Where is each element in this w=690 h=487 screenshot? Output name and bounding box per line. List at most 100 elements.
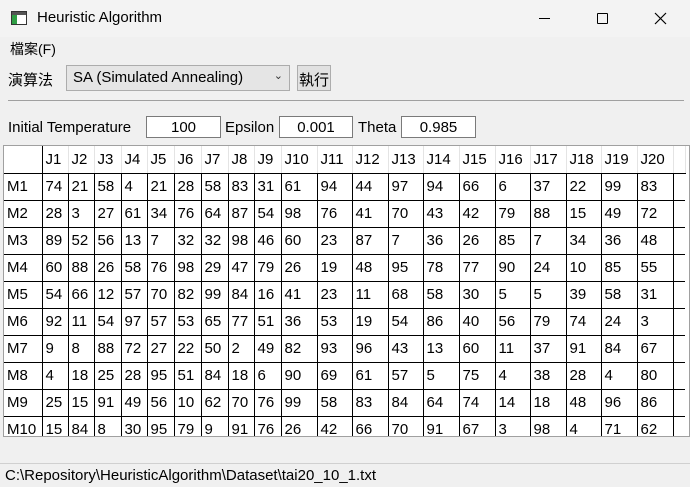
row-header[interactable]: M9 [4, 389, 43, 417]
grid-cell[interactable]: 98 [174, 254, 202, 282]
grid-cell[interactable]: 43 [423, 200, 460, 228]
grid-cell[interactable]: 57 [147, 308, 175, 336]
minimize-button[interactable] [521, 0, 567, 37]
grid-cell[interactable]: 54 [254, 200, 282, 228]
grid-cell[interactable]: 49 [121, 389, 148, 417]
column-header[interactable]: J9 [254, 146, 282, 174]
column-header[interactable]: J20 [637, 146, 674, 174]
grid-cell[interactable]: 85 [601, 254, 638, 282]
grid-cell[interactable]: 60 [42, 254, 69, 282]
grid-cell[interactable]: 82 [281, 335, 318, 363]
grid-cell[interactable]: 57 [121, 281, 148, 309]
grid-cell[interactable]: 98 [281, 200, 318, 228]
row-header[interactable]: M3 [4, 227, 43, 255]
grid-cell[interactable]: 51 [254, 308, 282, 336]
row-header[interactable]: M8 [4, 362, 43, 390]
grid-cell[interactable]: 74 [459, 389, 496, 417]
grid-cell[interactable]: 68 [388, 281, 424, 309]
grid-cell[interactable]: 4 [121, 173, 148, 201]
grid-cell[interactable]: 22 [566, 173, 602, 201]
column-header[interactable]: J1 [42, 146, 69, 174]
run-button[interactable]: 執行 [297, 65, 331, 91]
grid-cell[interactable]: 5 [495, 281, 531, 309]
row-header[interactable]: M5 [4, 281, 43, 309]
grid-cell[interactable]: 28 [121, 362, 148, 390]
grid-cell[interactable]: 19 [317, 254, 353, 282]
grid-cell[interactable]: 96 [352, 335, 389, 363]
grid-cell[interactable]: 87 [228, 200, 255, 228]
column-header[interactable]: J12 [352, 146, 389, 174]
grid-cell[interactable]: 76 [317, 200, 353, 228]
grid-cell[interactable]: 26 [94, 254, 122, 282]
column-header[interactable]: J14 [423, 146, 460, 174]
column-header[interactable]: J16 [495, 146, 531, 174]
grid-cell[interactable]: 14 [495, 389, 531, 417]
grid-cell[interactable]: 4 [566, 416, 602, 436]
algorithm-select[interactable]: SA (Simulated Annealing) ⌄ [66, 65, 290, 91]
grid-cell[interactable]: 91 [566, 335, 602, 363]
grid-cell[interactable]: 49 [601, 200, 638, 228]
grid-cell[interactable]: 88 [94, 335, 122, 363]
grid-cell[interactable]: 15 [566, 200, 602, 228]
grid-cell[interactable]: 51 [174, 362, 202, 390]
grid-cell[interactable]: 66 [352, 416, 389, 436]
grid-cell[interactable]: 6 [495, 173, 531, 201]
row-header[interactable]: M1 [4, 173, 43, 201]
grid-cell[interactable]: 72 [121, 335, 148, 363]
grid-cell[interactable]: 95 [147, 362, 175, 390]
grid-cell[interactable]: 3 [68, 200, 95, 228]
grid-cell[interactable]: 76 [254, 416, 282, 436]
grid-cell[interactable]: 16 [254, 281, 282, 309]
column-header[interactable]: J15 [459, 146, 496, 174]
row-header[interactable]: M7 [4, 335, 43, 363]
grid-cell[interactable]: 26 [281, 416, 318, 436]
grid-cell[interactable]: 87 [352, 227, 389, 255]
grid-cell[interactable]: 85 [495, 227, 531, 255]
grid-cell[interactable]: 79 [530, 308, 567, 336]
grid-cell[interactable]: 97 [388, 173, 424, 201]
initial-temperature-input[interactable]: 100 [146, 116, 221, 138]
grid-cell[interactable]: 13 [121, 227, 148, 255]
grid-cell[interactable]: 66 [68, 281, 95, 309]
column-header[interactable]: J2 [68, 146, 95, 174]
grid-cell[interactable]: 62 [637, 416, 674, 436]
grid-cell[interactable]: 64 [423, 389, 460, 417]
grid-cell[interactable]: 58 [121, 254, 148, 282]
grid-cell[interactable]: 36 [601, 227, 638, 255]
column-header[interactable]: J17 [530, 146, 567, 174]
grid-cell[interactable]: 31 [637, 281, 674, 309]
grid-cell[interactable]: 80 [637, 362, 674, 390]
grid-cell[interactable]: 84 [201, 362, 229, 390]
grid-cell[interactable]: 83 [352, 389, 389, 417]
grid-cell[interactable]: 18 [530, 389, 567, 417]
grid-cell[interactable]: 79 [254, 254, 282, 282]
grid-cell[interactable]: 66 [459, 173, 496, 201]
grid-cell[interactable]: 9 [42, 335, 69, 363]
grid-cell[interactable]: 82 [174, 281, 202, 309]
grid-cell[interactable]: 53 [174, 308, 202, 336]
grid-cell[interactable]: 84 [601, 335, 638, 363]
column-header[interactable]: J10 [281, 146, 318, 174]
grid-cell[interactable]: 70 [388, 200, 424, 228]
data-grid[interactable]: J1 J2 J3 J4 J5 J6 J7 J8 J9 J10 J11 J12 J13 J14 J15 J16 J… [3, 145, 690, 437]
grid-cell[interactable]: 4 [601, 362, 638, 390]
grid-cell[interactable]: 83 [228, 173, 255, 201]
grid-cell[interactable]: 5 [423, 362, 460, 390]
grid-cell[interactable]: 99 [601, 173, 638, 201]
grid-cell[interactable]: 48 [352, 254, 389, 282]
grid-cell[interactable]: 77 [228, 308, 255, 336]
grid-cell[interactable]: 67 [637, 335, 674, 363]
grid-cell[interactable]: 7 [147, 227, 175, 255]
row-header[interactable]: M6 [4, 308, 43, 336]
grid-cell[interactable]: 3 [637, 308, 674, 336]
grid-cell[interactable]: 23 [317, 281, 353, 309]
grid-cell[interactable]: 91 [423, 416, 460, 436]
grid-cell[interactable]: 55 [637, 254, 674, 282]
grid-cell[interactable]: 90 [495, 254, 531, 282]
grid-cell[interactable]: 86 [423, 308, 460, 336]
grid-cell[interactable]: 27 [147, 335, 175, 363]
grid-cell[interactable]: 56 [495, 308, 531, 336]
grid-cell[interactable]: 30 [459, 281, 496, 309]
grid-cell[interactable]: 84 [388, 389, 424, 417]
grid-cell[interactable]: 93 [317, 335, 353, 363]
